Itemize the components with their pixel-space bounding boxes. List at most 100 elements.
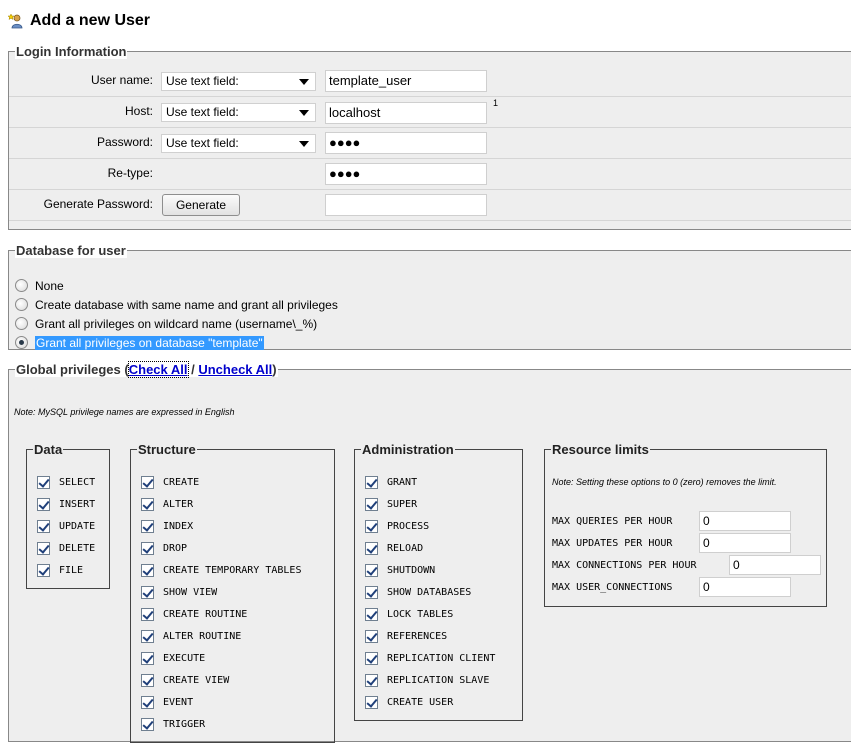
privilege-references[interactable]: REFERENCES bbox=[365, 628, 447, 644]
retype-label: Re-type: bbox=[107, 166, 153, 180]
privilege-delete[interactable]: DELETE bbox=[37, 540, 95, 556]
privilege-execute[interactable]: EXECUTE bbox=[141, 650, 205, 666]
privilege-label: EVENT bbox=[163, 696, 194, 708]
username-label: User name: bbox=[90, 73, 153, 87]
checkbox-execute[interactable] bbox=[141, 651, 154, 665]
generated-password-input[interactable] bbox=[325, 194, 487, 216]
checkbox-create-user[interactable] bbox=[365, 695, 378, 709]
checkbox-show-view[interactable] bbox=[141, 585, 154, 599]
privilege-process[interactable]: PROCESS bbox=[365, 518, 429, 534]
privilege-reload[interactable]: RELOAD bbox=[365, 540, 423, 556]
checkbox-create-routine[interactable] bbox=[141, 607, 154, 621]
privilege-shutdown[interactable]: SHUTDOWN bbox=[365, 562, 435, 578]
checkbox-alter-routine[interactable] bbox=[141, 629, 154, 643]
resource-label: MAX UPDATES PER HOUR bbox=[552, 537, 673, 549]
privilege-label: CREATE TEMPORARY TABLES bbox=[163, 564, 302, 576]
privilege-lock-tables[interactable]: LOCK TABLES bbox=[365, 606, 453, 622]
privilege-create-temporary-tables[interactable]: CREATE TEMPORARY TABLES bbox=[141, 562, 301, 578]
username-type-value: Use text field: bbox=[166, 74, 239, 88]
checkbox-grant[interactable] bbox=[365, 475, 378, 489]
privilege-create-routine[interactable]: CREATE ROUTINE bbox=[141, 606, 247, 622]
privilege-label: SUPER bbox=[387, 498, 418, 510]
uncheck-all-link[interactable]: Uncheck All bbox=[198, 362, 272, 377]
privilege-create-user[interactable]: CREATE USER bbox=[365, 694, 453, 710]
resource-input-max-connections-per-hour[interactable]: 0 bbox=[729, 555, 821, 575]
data-privileges-group: Data SELECT INSERT UPDATE DELETE FILE bbox=[26, 442, 110, 589]
checkbox-references[interactable] bbox=[365, 629, 378, 643]
privilege-update[interactable]: UPDATE bbox=[37, 518, 95, 534]
checkbox-select[interactable] bbox=[37, 475, 50, 489]
privilege-label: DELETE bbox=[59, 542, 96, 554]
privilege-file[interactable]: FILE bbox=[37, 562, 83, 578]
host-input[interactable]: localhost bbox=[325, 102, 487, 124]
privilege-trigger[interactable]: TRIGGER bbox=[141, 716, 205, 732]
checkbox-insert[interactable] bbox=[37, 497, 50, 511]
chevron-down-icon bbox=[299, 110, 309, 116]
privilege-replication-client[interactable]: REPLICATION CLIENT bbox=[365, 650, 495, 666]
checkbox-alter[interactable] bbox=[141, 497, 154, 511]
privilege-label: CREATE VIEW bbox=[163, 674, 230, 686]
radio-none[interactable] bbox=[15, 279, 28, 292]
checkbox-trigger[interactable] bbox=[141, 717, 154, 731]
generate-button[interactable]: Generate bbox=[162, 194, 240, 216]
checkbox-shutdown[interactable] bbox=[365, 563, 378, 577]
db-option-template[interactable]: Grant all privileges on database "templa… bbox=[15, 333, 264, 352]
checkbox-delete[interactable] bbox=[37, 541, 50, 555]
db-option-wildcard[interactable]: Grant all privileges on wildcard name (u… bbox=[15, 314, 317, 333]
privilege-event[interactable]: EVENT bbox=[141, 694, 193, 710]
privilege-label: CREATE USER bbox=[387, 696, 454, 708]
checkbox-create-temporary-tables[interactable] bbox=[141, 563, 154, 577]
privilege-alter[interactable]: ALTER bbox=[141, 496, 193, 512]
host-type-select[interactable]: Use text field: bbox=[161, 103, 316, 122]
checkbox-replication-client[interactable] bbox=[365, 651, 378, 665]
privilege-create-view[interactable]: CREATE VIEW bbox=[141, 672, 229, 688]
privilege-label: GRANT bbox=[387, 476, 418, 488]
checkbox-create-view[interactable] bbox=[141, 673, 154, 687]
privilege-create[interactable]: CREATE bbox=[141, 474, 199, 490]
checkbox-index[interactable] bbox=[141, 519, 154, 533]
radio-template[interactable] bbox=[15, 336, 28, 349]
check-all-link[interactable]: Check All bbox=[127, 361, 189, 378]
privilege-drop[interactable]: DROP bbox=[141, 540, 187, 556]
checkbox-lock-tables[interactable] bbox=[365, 607, 378, 621]
generate-password-label: Generate Password: bbox=[43, 197, 153, 211]
checkbox-update[interactable] bbox=[37, 519, 50, 533]
privilege-names-note: Note: MySQL privilege names are expresse… bbox=[14, 407, 235, 417]
checkbox-reload[interactable] bbox=[365, 541, 378, 555]
privilege-show-view[interactable]: SHOW VIEW bbox=[141, 584, 217, 600]
privilege-label: RELOAD bbox=[387, 542, 424, 554]
privilege-label: PROCESS bbox=[387, 520, 430, 532]
checkbox-process[interactable] bbox=[365, 519, 378, 533]
privilege-replication-slave[interactable]: REPLICATION SLAVE bbox=[365, 672, 489, 688]
radio-wildcard[interactable] bbox=[15, 317, 28, 330]
privilege-grant[interactable]: GRANT bbox=[365, 474, 417, 490]
password-input[interactable]: ●●●● bbox=[325, 132, 487, 154]
privilege-show-databases[interactable]: SHOW DATABASES bbox=[365, 584, 471, 600]
checkbox-super[interactable] bbox=[365, 497, 378, 511]
resource-input-max-user-connections[interactable]: 0 bbox=[699, 577, 791, 597]
db-option-label: None bbox=[35, 278, 64, 293]
resource-input-max-queries-per-hour[interactable]: 0 bbox=[699, 511, 791, 531]
privilege-alter-routine[interactable]: ALTER ROUTINE bbox=[141, 628, 241, 644]
radio-create-same-name[interactable] bbox=[15, 298, 28, 311]
password-type-select[interactable]: Use text field: bbox=[161, 134, 316, 153]
checkbox-event[interactable] bbox=[141, 695, 154, 709]
checkbox-replication-slave[interactable] bbox=[365, 673, 378, 687]
resource-input-max-updates-per-hour[interactable]: 0 bbox=[699, 533, 791, 553]
privilege-select[interactable]: SELECT bbox=[37, 474, 95, 490]
checkbox-drop[interactable] bbox=[141, 541, 154, 555]
close-paren: ) bbox=[272, 362, 277, 377]
privilege-insert[interactable]: INSERT bbox=[37, 496, 95, 512]
checkbox-file[interactable] bbox=[37, 563, 50, 577]
username-type-select[interactable]: Use text field: bbox=[161, 72, 316, 91]
username-input[interactable]: template_user bbox=[325, 70, 487, 92]
checkbox-show-databases[interactable] bbox=[365, 585, 378, 599]
checkbox-create[interactable] bbox=[141, 475, 154, 489]
db-option-none[interactable]: None bbox=[15, 276, 64, 295]
db-option-create-same-name[interactable]: Create database with same name and grant… bbox=[15, 295, 338, 314]
host-row: Host: Use text field: localhost 1 bbox=[9, 96, 851, 128]
retype-password-input[interactable]: ●●●● bbox=[325, 163, 487, 185]
chevron-down-icon bbox=[299, 141, 309, 147]
privilege-super[interactable]: SUPER bbox=[365, 496, 417, 512]
privilege-index[interactable]: INDEX bbox=[141, 518, 193, 534]
